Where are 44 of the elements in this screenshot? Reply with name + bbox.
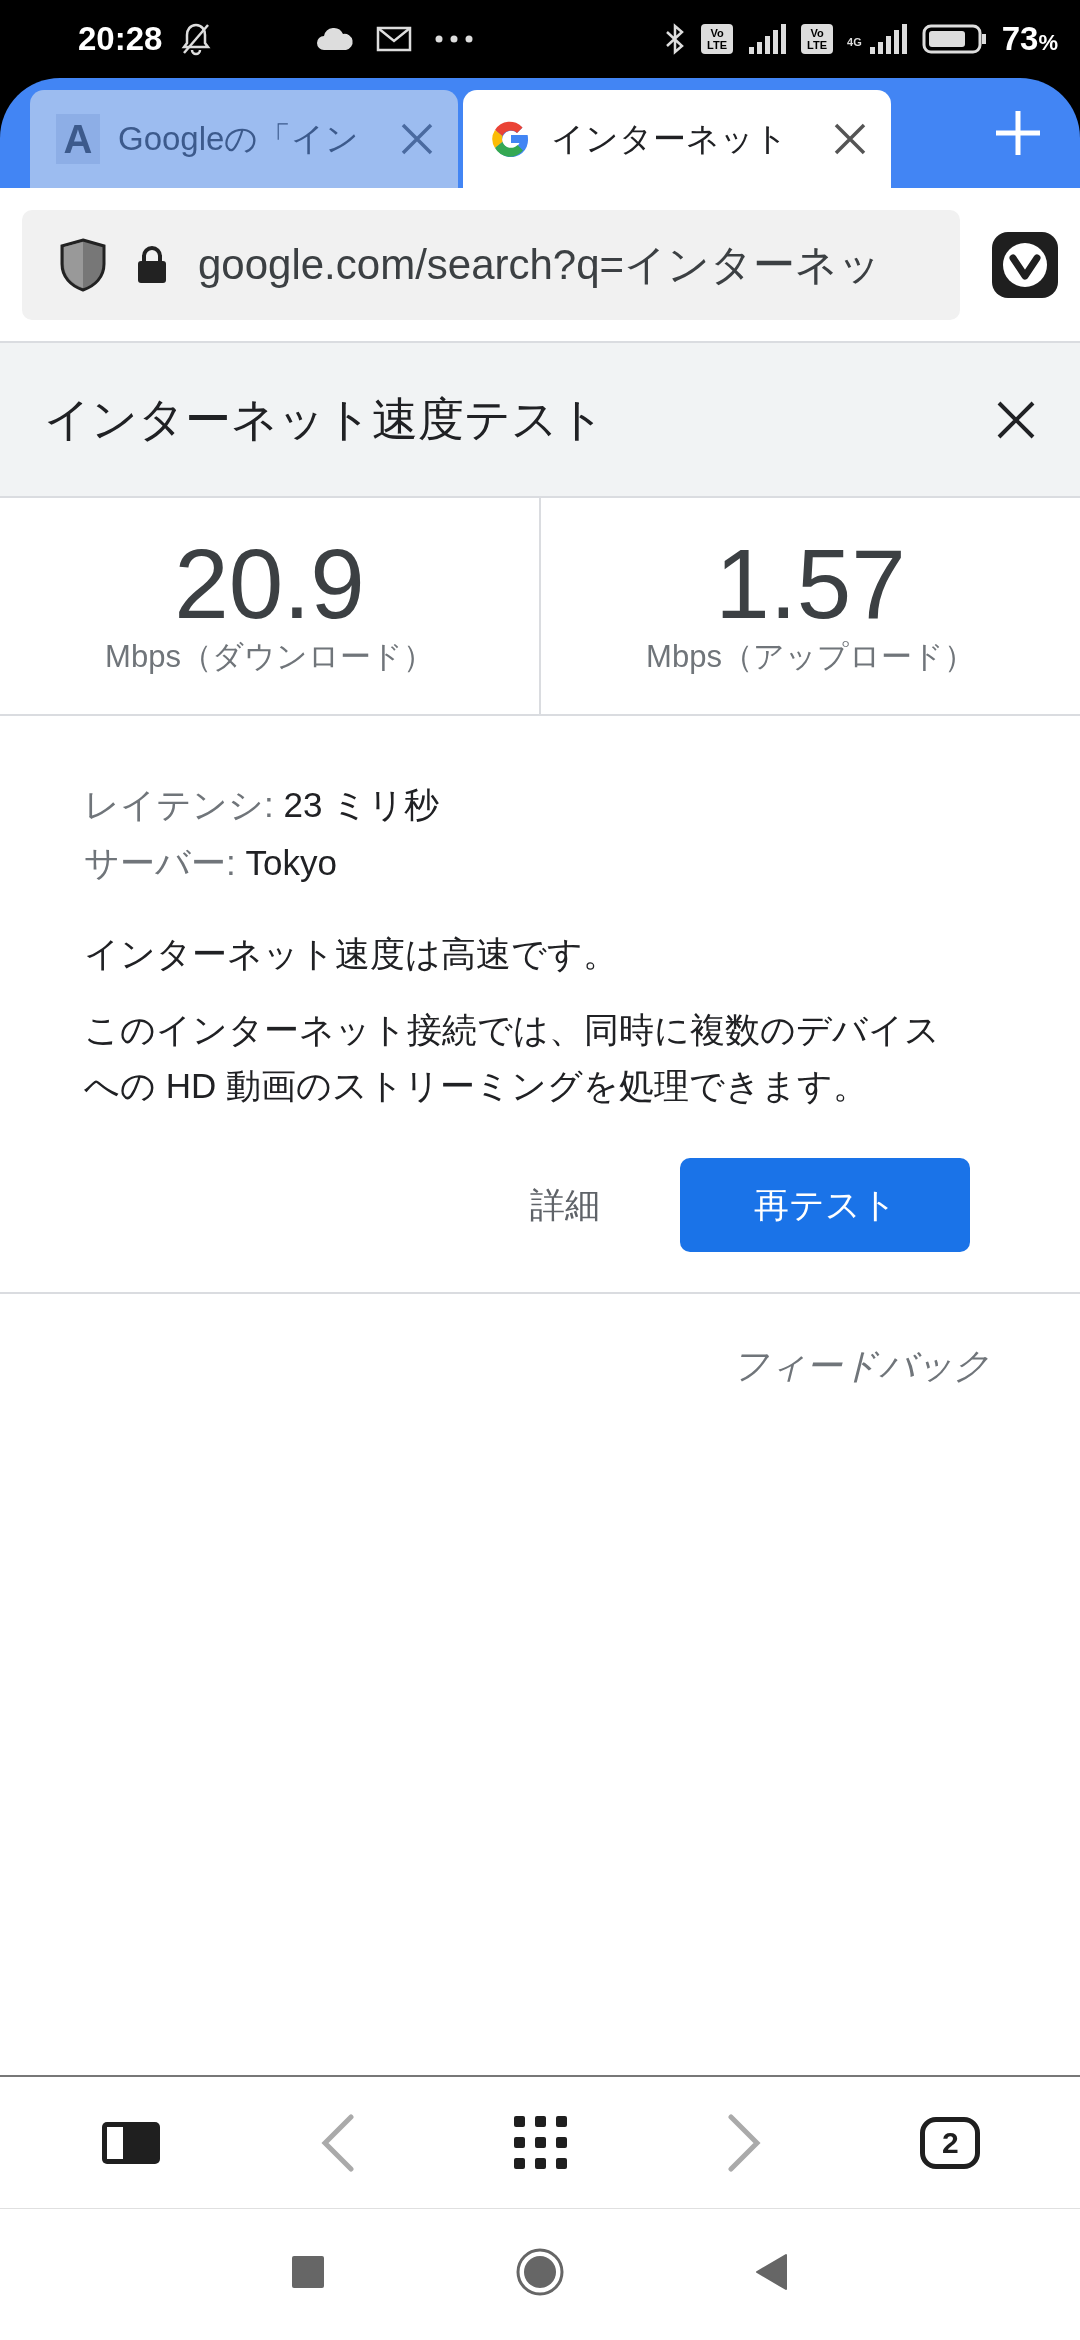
- detail-value: Tokyo: [245, 843, 337, 882]
- percent-sign: %: [1038, 30, 1058, 55]
- shield-icon[interactable]: [60, 237, 106, 292]
- tab-title: Googleの「イン: [118, 118, 361, 159]
- recents-icon[interactable]: [291, 2254, 325, 2289]
- vivaldi-menu-icon[interactable]: [992, 231, 1058, 298]
- back-icon[interactable]: [755, 2252, 789, 2291]
- tab-title: インターネット: [551, 118, 789, 159]
- lock-icon: [136, 244, 168, 285]
- network-type: 4G: [847, 36, 862, 48]
- details-button[interactable]: 詳細: [520, 1171, 610, 1239]
- browser-tab[interactable]: A Googleの「イン: [30, 90, 458, 188]
- clock-time: 20:28: [78, 20, 163, 58]
- signal-icon: [747, 23, 788, 55]
- panel-icon[interactable]: [99, 2119, 162, 2166]
- browser-tab[interactable]: インターネット: [463, 90, 891, 188]
- volte-icon: Vo LTE: [701, 24, 734, 54]
- feedback-link[interactable]: フィードバック: [732, 1342, 990, 1391]
- home-icon[interactable]: [515, 2246, 565, 2297]
- url-text: google.com/search?q=インターネッ: [198, 239, 882, 290]
- retest-button[interactable]: 再テスト: [680, 1158, 970, 1252]
- site-favicon: A: [56, 114, 100, 164]
- volte-icon: Vo LTE: [801, 24, 834, 54]
- speed-value: 20.9: [174, 534, 365, 634]
- cloud-icon: [316, 26, 355, 52]
- summary-text: インターネット速度は高速です。: [84, 933, 619, 975]
- speed-value: 1.57: [715, 534, 906, 634]
- close-icon[interactable]: [996, 399, 1036, 440]
- close-icon[interactable]: [833, 122, 867, 156]
- detail-value: 23 ミリ秒: [283, 785, 440, 824]
- more-icon: [434, 34, 475, 44]
- detail-label: レイテンシ:: [84, 785, 274, 824]
- speed-unit: Mbps（アップロード）: [646, 638, 975, 676]
- tab-counter[interactable]: 2: [920, 2116, 981, 2169]
- battery-icon: [921, 23, 988, 55]
- description-text: このインターネット接続では、同時に複数のデバイスへの HD 動画のストリーミングを処理できます。: [84, 1009, 941, 1107]
- signal-icon: [867, 23, 908, 55]
- speed-dial-icon[interactable]: [514, 2116, 568, 2169]
- card-title: インターネット速度テスト: [44, 391, 605, 447]
- address-field[interactable]: google.com/search?q=インターネッ: [22, 209, 960, 320]
- detail-label: サーバー:: [84, 843, 236, 882]
- speed-unit: Mbps（ダウンロード）: [105, 638, 434, 676]
- mail-icon: [376, 26, 413, 52]
- battery-percent: 73: [1001, 20, 1039, 57]
